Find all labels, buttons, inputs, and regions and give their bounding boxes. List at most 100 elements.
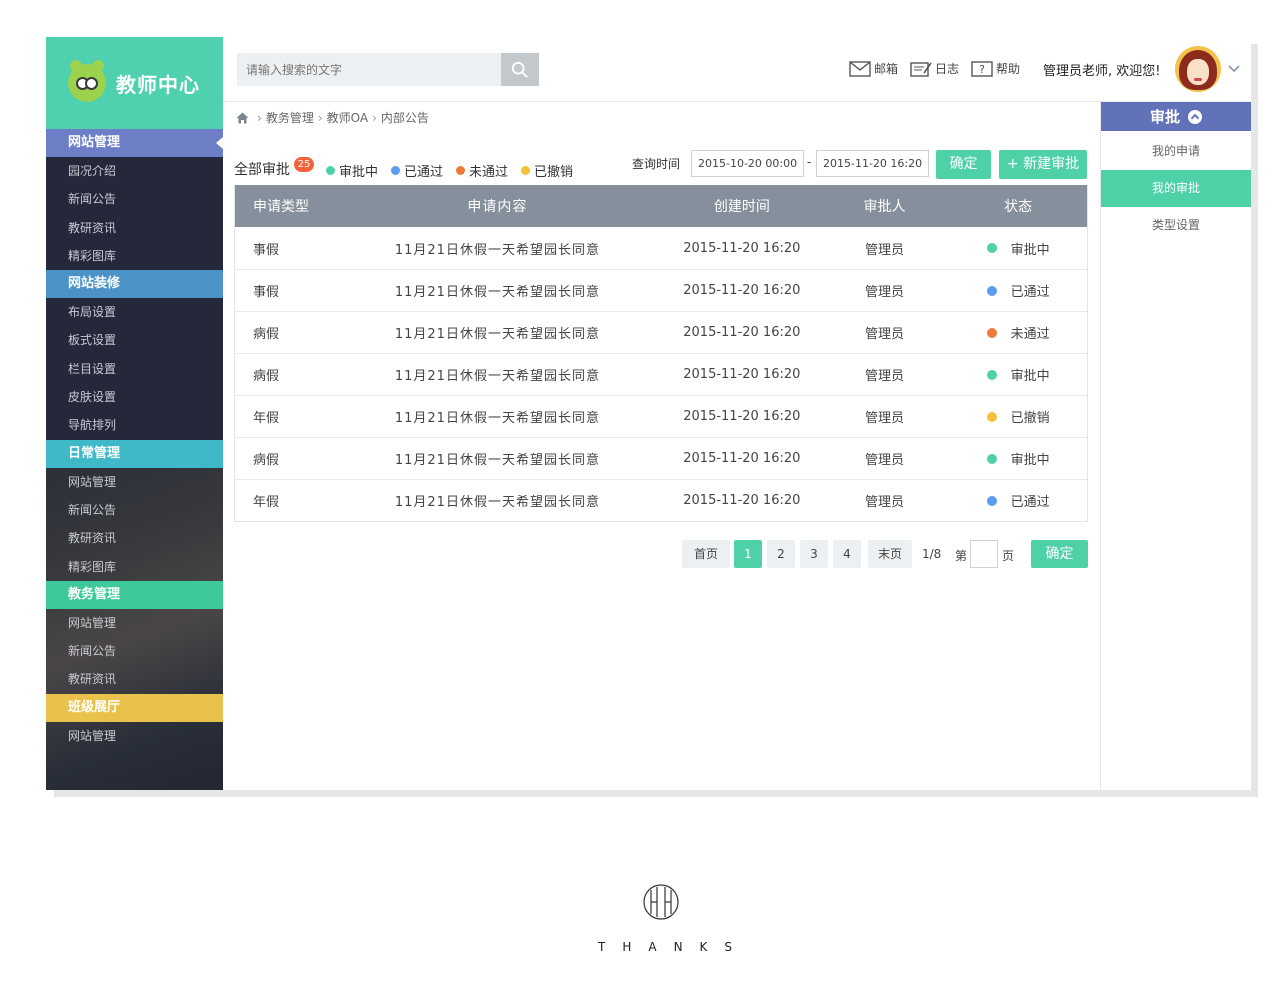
avatar[interactable]: [1175, 46, 1221, 92]
nav-item[interactable]: 精彩图库: [46, 553, 223, 581]
nav-group-0[interactable]: 网站管理: [46, 129, 223, 157]
table-row[interactable]: 事假 11月21日休假一天希望园长同意 2015-11-20 16:20 管理员 审批中: [235, 227, 1087, 269]
status-dot: [986, 243, 997, 253]
table-row[interactable]: 事假 11月21日休假一天希望园长同意 2015-11-20 16:20 管理员 已通过: [235, 269, 1087, 311]
nav-group-3[interactable]: 教务管理: [46, 580, 223, 609]
nav-item[interactable]: 精彩图库: [46, 242, 223, 270]
nav-item[interactable]: 新闻公告: [46, 185, 223, 213]
nav-item[interactable]: 教研资讯: [46, 214, 223, 242]
help-icon: ?: [971, 60, 993, 77]
nav-item[interactable]: 板式设置: [46, 326, 223, 354]
nav-item[interactable]: 网站管理: [46, 468, 223, 496]
column-header: 状态: [1004, 199, 1033, 215]
nav-group-1[interactable]: 网站装修: [46, 270, 223, 299]
chevron-down-icon[interactable]: [1228, 62, 1240, 74]
legend-item-0[interactable]: 审批中: [326, 161, 378, 180]
search-button[interactable]: [501, 53, 539, 86]
page-button-3[interactable]: 3: [800, 540, 828, 568]
home-icon[interactable]: [236, 112, 249, 124]
breadcrumb-item[interactable]: 教师OA: [327, 109, 368, 126]
cell-status: 审批中: [949, 449, 1087, 468]
nav-item[interactable]: 教研资讯: [46, 665, 223, 693]
cell-status: 已通过: [949, 281, 1087, 300]
goto-confirm-button[interactable]: 确定: [1031, 540, 1088, 568]
status-dot: [986, 285, 997, 296]
table-header: 申请类型 申请内容 创建时间 审批人 状态: [235, 185, 1087, 227]
goto-page-input[interactable]: [970, 540, 998, 568]
nav-item[interactable]: 布局设置: [46, 298, 223, 326]
status-text: 已通过: [1010, 285, 1050, 300]
nav-item[interactable]: 网站管理: [46, 609, 223, 637]
cell-approver: 管理员: [864, 495, 904, 510]
first-page-button[interactable]: 首页: [682, 540, 730, 568]
table-row[interactable]: 病假 11月21日休假一天希望园长同意 2015-11-20 16:20 管理员 审批中: [235, 437, 1087, 479]
nav-item[interactable]: 导航排列: [46, 411, 223, 439]
mail-label: 邮箱: [874, 62, 899, 76]
breadcrumb-separator: ›: [372, 110, 377, 125]
search-input[interactable]: [237, 53, 501, 86]
nav-item[interactable]: 皮肤设置: [46, 383, 223, 411]
end-date-input[interactable]: 2015-11-20 16:20: [816, 150, 929, 177]
breadcrumb-item[interactable]: 内部公告: [381, 109, 429, 126]
legend-item-3[interactable]: 已撤销: [521, 161, 573, 180]
status-dot: [986, 411, 997, 422]
mail-link[interactable]: 邮箱: [849, 60, 898, 77]
search-icon: [511, 61, 528, 78]
nav-item[interactable]: 园况介绍: [46, 157, 223, 185]
last-page-button[interactable]: 末页: [868, 540, 912, 568]
status-dot: [456, 166, 466, 175]
cell-status: 未通过: [949, 323, 1087, 342]
bear-logo-icon: [68, 60, 106, 102]
sidebar: 教师中心 网站管理 园况介绍 新闻公告 教研资讯 精彩图库 网站装修 布局设置 板式设置 栏目设…: [46, 37, 223, 790]
help-label: 帮助: [996, 62, 1021, 76]
breadcrumb-item[interactable]: 教务管理: [266, 109, 314, 126]
nav-group-4[interactable]: 班级展厅: [46, 693, 223, 722]
cell-content: 11月21日休假一天希望园长同意: [394, 453, 600, 468]
page-button-4[interactable]: 4: [833, 540, 861, 568]
status-dot: [986, 495, 997, 506]
table-row[interactable]: 年假 11月21日休假一天希望园长同意 2015-11-20 16:20 管理员 已通过: [235, 479, 1087, 521]
nav-item[interactable]: 新闻公告: [46, 496, 223, 524]
start-date-input[interactable]: 2015-10-20 00:00: [691, 150, 804, 177]
nav-item[interactable]: 新闻公告: [46, 637, 223, 665]
right-menu-item[interactable]: 我的审批: [1101, 170, 1251, 207]
legend-label: 未通过: [469, 165, 509, 180]
column-header: 审批人: [863, 199, 906, 215]
page-info: 1/8: [922, 547, 942, 561]
search-bar: [237, 53, 539, 86]
cell-content: 11月21日休假一天希望园长同意: [394, 327, 600, 342]
goto-suffix: 页: [1002, 549, 1015, 563]
page-button-1[interactable]: 1: [734, 540, 762, 568]
notebook-icon: [910, 61, 932, 77]
all-approvals-tab[interactable]: 全部审批: [234, 159, 290, 179]
legend-item-2[interactable]: 未通过: [456, 161, 508, 180]
svg-text:?: ?: [979, 63, 985, 76]
nav-item[interactable]: 教研资讯: [46, 524, 223, 552]
cell-type: 事假: [253, 285, 280, 300]
status-dot: [391, 166, 401, 175]
approval-panel-header[interactable]: 审批: [1101, 102, 1251, 131]
page-button-2[interactable]: 2: [767, 540, 795, 568]
status-dot: [986, 369, 997, 380]
status-text: 审批中: [1010, 453, 1050, 468]
cell-status: 已通过: [949, 491, 1087, 510]
brand-logo[interactable]: 教师中心: [46, 37, 223, 129]
right-menu-item[interactable]: 类型设置: [1101, 207, 1251, 244]
help-link[interactable]: ? 帮助: [971, 60, 1020, 77]
log-link[interactable]: 日志: [910, 60, 959, 77]
log-label: 日志: [935, 62, 960, 76]
cell-content: 11月21日休假一天希望园长同意: [394, 495, 600, 510]
legend-item-1[interactable]: 已通过: [391, 161, 443, 180]
nav-group-2[interactable]: 日常管理: [46, 439, 223, 468]
query-time-label: 查询时间: [632, 157, 681, 171]
query-confirm-button[interactable]: 确定: [936, 150, 991, 179]
nav-item[interactable]: 栏目设置: [46, 355, 223, 383]
cell-type: 病假: [253, 369, 280, 384]
table-row[interactable]: 病假 11月21日休假一天希望园长同意 2015-11-20 16:20 管理员 审批中: [235, 353, 1087, 395]
table-row[interactable]: 年假 11月21日休假一天希望园长同意 2015-11-20 16:20 管理员 已撤销: [235, 395, 1087, 437]
legend-label: 审批中: [339, 165, 379, 180]
nav-item[interactable]: 网站管理: [46, 722, 223, 750]
new-approval-button[interactable]: + 新建审批: [999, 150, 1087, 179]
table-row[interactable]: 病假 11月21日休假一天希望园长同意 2015-11-20 16:20 管理员 未通过: [235, 311, 1087, 353]
right-menu-item[interactable]: 我的申请: [1101, 133, 1251, 170]
